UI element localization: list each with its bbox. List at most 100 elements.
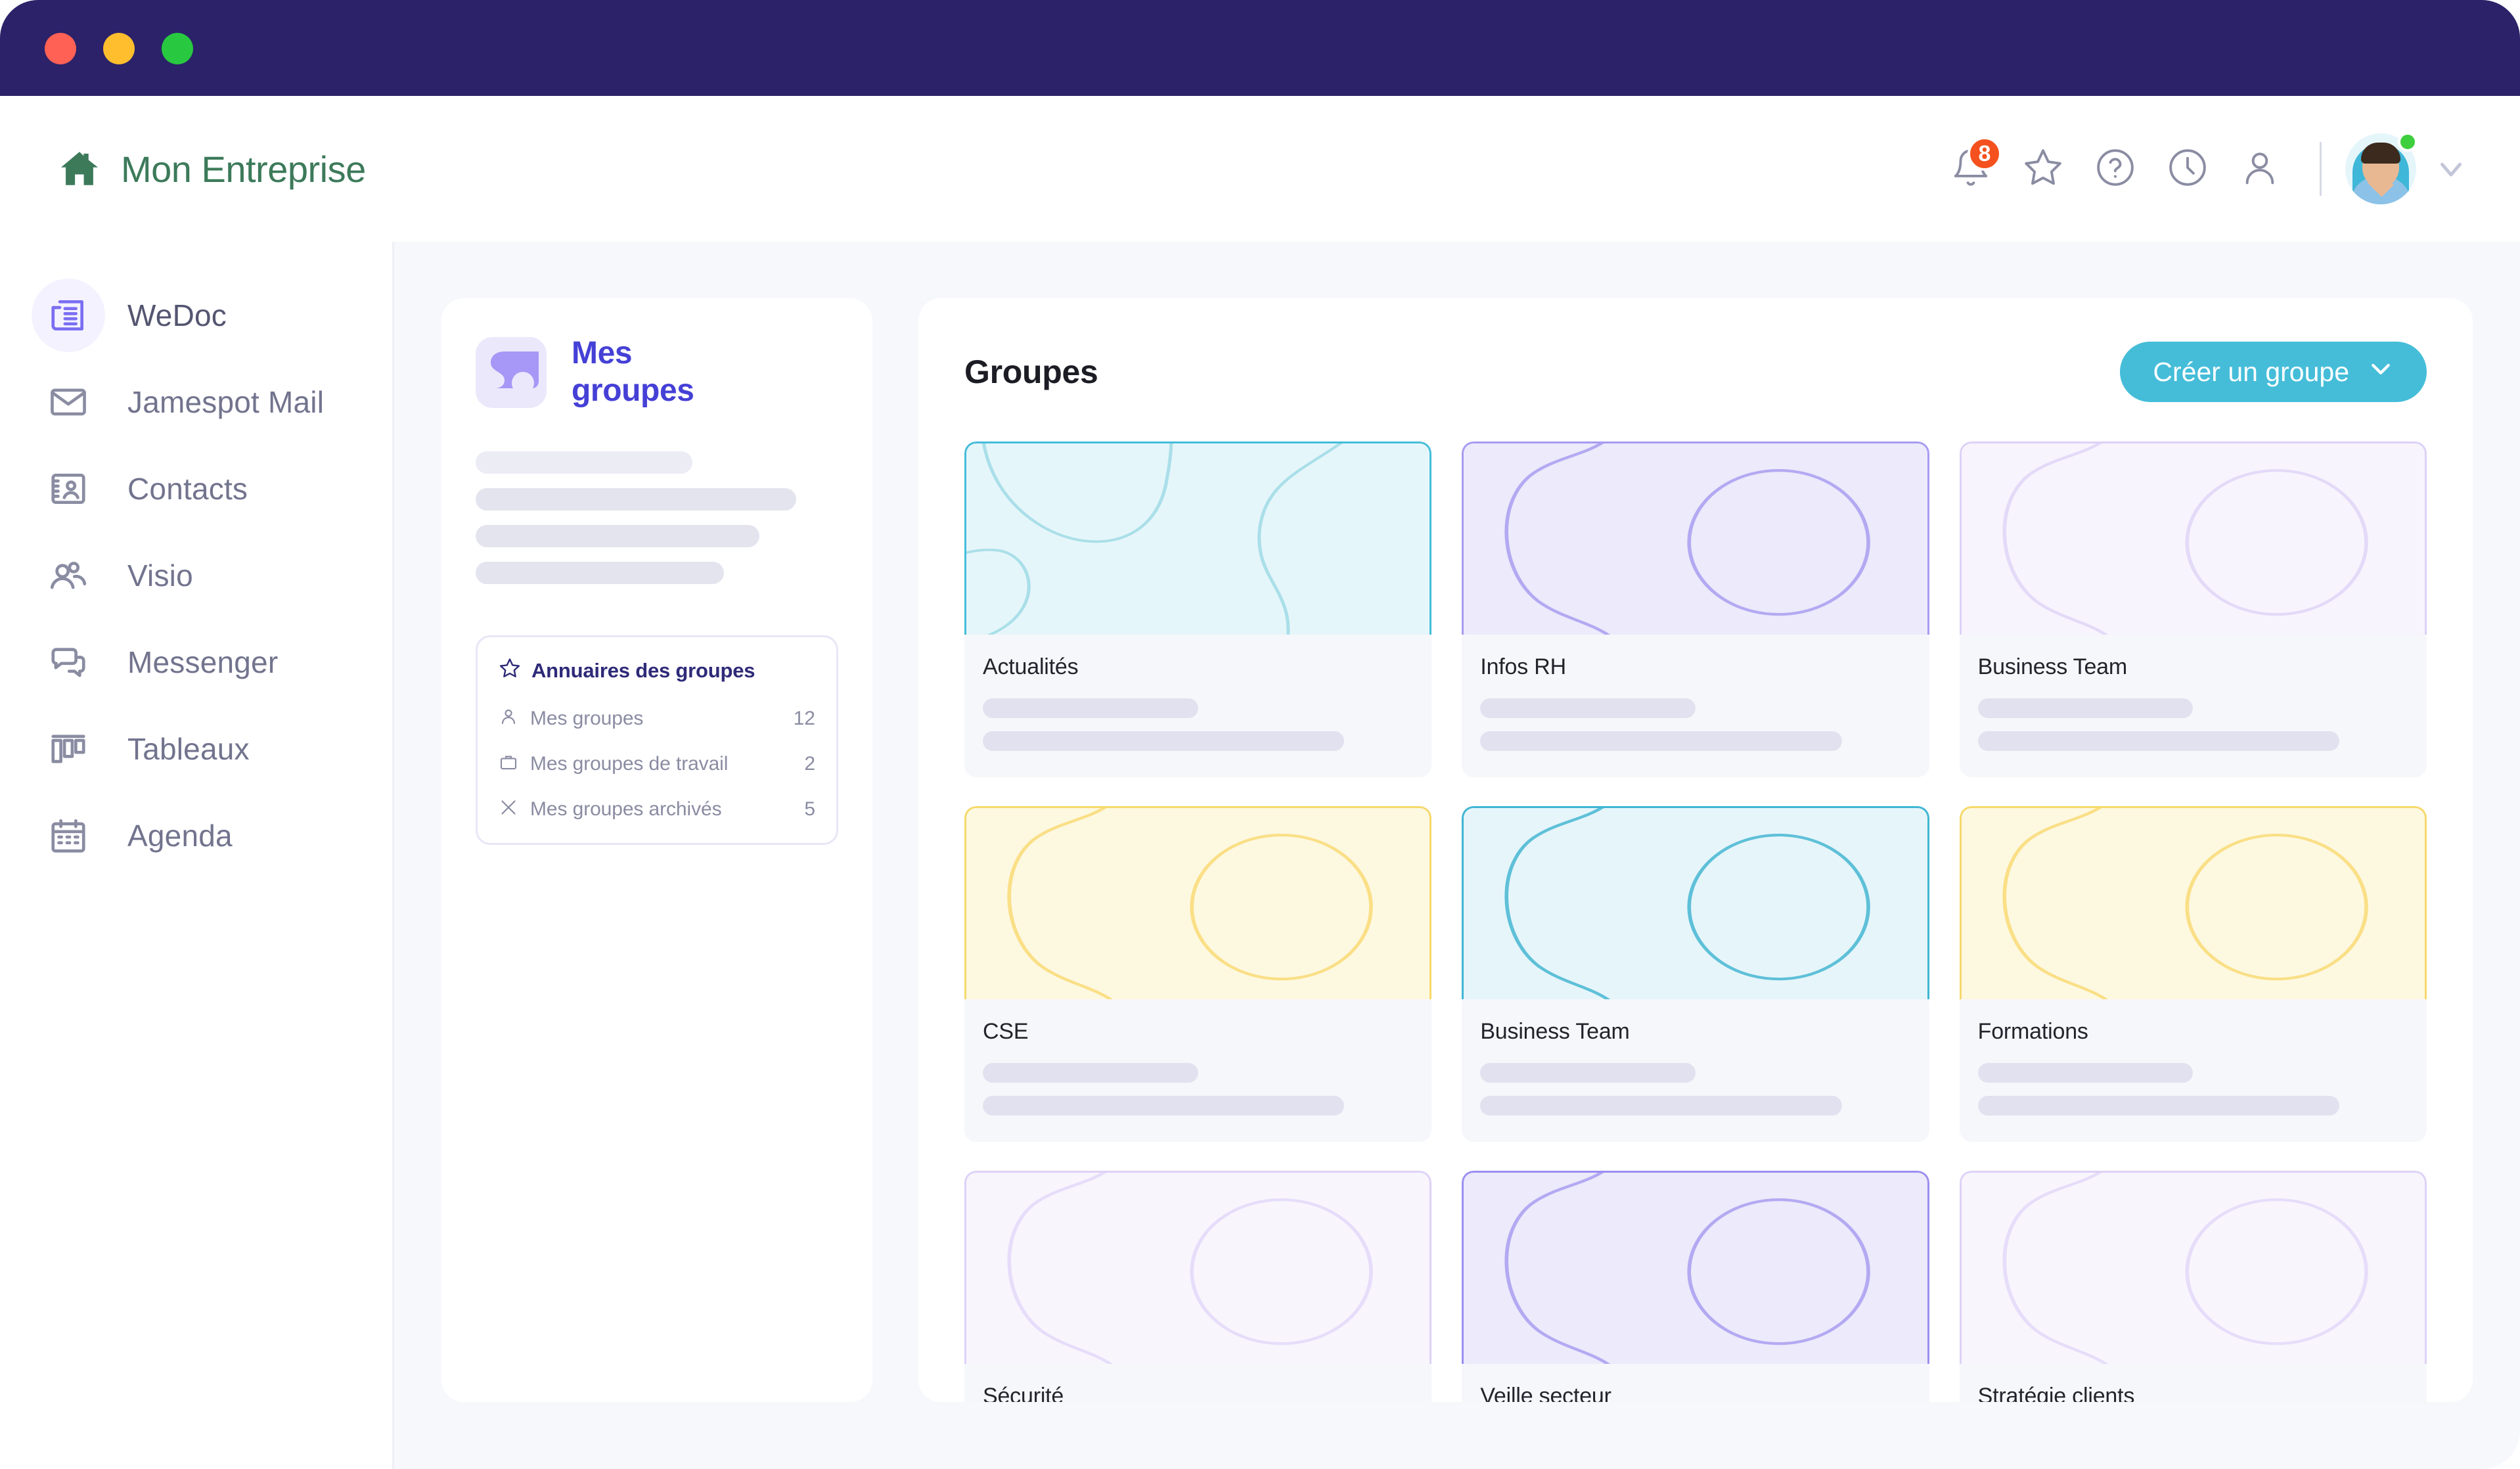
group-card-body: CSE bbox=[964, 999, 1431, 1142]
directory-row-work-groups[interactable]: Mes groupes de travail 2 bbox=[499, 752, 815, 775]
group-card[interactable]: Stratégie clients bbox=[1960, 1171, 2427, 1402]
group-card-banner bbox=[964, 441, 1431, 635]
people-icon bbox=[32, 539, 105, 612]
favorites-button[interactable] bbox=[2007, 133, 2079, 205]
user-avatar-button[interactable] bbox=[2345, 133, 2416, 204]
help-button[interactable] bbox=[2079, 133, 2151, 205]
close-x-icon bbox=[499, 798, 530, 821]
group-card-banner bbox=[1960, 1171, 2427, 1364]
group-card-title: Sécurité bbox=[983, 1384, 1413, 1402]
newspaper-icon bbox=[32, 279, 105, 352]
sidebar-item-label: Tableaux bbox=[127, 731, 250, 767]
group-card[interactable]: Actualités bbox=[964, 441, 1431, 777]
chevron-down-icon[interactable] bbox=[2433, 151, 2469, 187]
group-card-banner bbox=[964, 806, 1431, 999]
group-card-pattern bbox=[1962, 443, 2425, 635]
group-card-pattern bbox=[1464, 808, 1927, 999]
placeholder-line bbox=[476, 451, 692, 474]
group-card-pattern bbox=[1962, 808, 2425, 999]
sidebar-item-visio[interactable]: Visio bbox=[0, 532, 392, 619]
content-area: Mes groupes bbox=[394, 242, 2520, 1469]
brand[interactable]: Mon Entreprise bbox=[58, 147, 366, 191]
home-icon bbox=[58, 147, 101, 191]
header-divider bbox=[2320, 142, 2322, 196]
profile-button[interactable] bbox=[2224, 133, 2296, 205]
briefcase-icon bbox=[499, 752, 530, 775]
directory-row-count: 5 bbox=[804, 798, 815, 821]
recent-button[interactable] bbox=[2151, 133, 2224, 205]
group-card-placeholders bbox=[1978, 698, 2408, 751]
directory-row-archived-groups[interactable]: Mes groupes archivés 5 bbox=[499, 798, 815, 821]
group-card[interactable]: CSE bbox=[964, 806, 1431, 1142]
app-window: Mon Entreprise 8 bbox=[0, 0, 2520, 1469]
group-card-placeholders bbox=[983, 1063, 1413, 1116]
directory-row-count: 2 bbox=[804, 753, 815, 775]
sidebar-item-agenda[interactable]: Agenda bbox=[0, 792, 392, 879]
group-card-placeholders bbox=[1978, 1063, 2408, 1116]
app-header: Mon Entreprise 8 bbox=[0, 96, 2520, 242]
placeholder-line bbox=[1480, 698, 1696, 718]
my-groups-title-line1: Mes bbox=[572, 335, 694, 373]
sidebar-item-tableaux[interactable]: Tableaux bbox=[0, 706, 392, 792]
placeholder-line bbox=[983, 1096, 1344, 1116]
group-card[interactable]: Veille secteur bbox=[1462, 1171, 1929, 1402]
minimize-window-button[interactable] bbox=[103, 33, 135, 64]
close-window-button[interactable] bbox=[45, 33, 76, 64]
group-card-body: Formations bbox=[1960, 999, 2427, 1142]
placeholder-line bbox=[1978, 1096, 2339, 1116]
groups-grid: Actualités Infos RH Business Team bbox=[964, 441, 2427, 1402]
group-card-pattern bbox=[1464, 1173, 1927, 1364]
star-icon bbox=[499, 657, 521, 685]
group-card-title: Business Team bbox=[1480, 1019, 1910, 1045]
group-directory-heading-label: Annuaires des groupes bbox=[531, 659, 755, 683]
group-card-placeholders bbox=[1480, 698, 1910, 751]
group-card-pattern bbox=[966, 808, 1429, 999]
group-card[interactable]: Sécurité bbox=[964, 1171, 1431, 1402]
group-card-body: Stratégie clients bbox=[1960, 1364, 2427, 1402]
sidebar-item-wedoc[interactable]: WeDoc bbox=[0, 272, 392, 359]
placeholder-lines bbox=[476, 451, 838, 584]
window-titlebar bbox=[0, 0, 2520, 96]
group-card-title: Stratégie clients bbox=[1978, 1384, 2408, 1402]
placeholder-line bbox=[1978, 731, 2339, 751]
group-card[interactable]: Business Team bbox=[1462, 806, 1929, 1142]
user-icon bbox=[2239, 147, 2280, 191]
sidebar-item-messenger[interactable]: Messenger bbox=[0, 619, 392, 706]
group-card-title: Infos RH bbox=[1480, 654, 1910, 680]
group-card[interactable]: Formations bbox=[1960, 806, 2427, 1142]
group-card-banner bbox=[1960, 441, 2427, 635]
app-body: WeDoc Jamespot Mail bbox=[0, 242, 2520, 1469]
group-card-banner bbox=[964, 1171, 1431, 1364]
sidebar-item-contacts[interactable]: Contacts bbox=[0, 445, 392, 532]
group-card-title: CSE bbox=[983, 1019, 1413, 1045]
person-icon bbox=[499, 707, 530, 730]
create-group-label: Créer un groupe bbox=[2153, 357, 2349, 388]
group-card[interactable]: Business Team bbox=[1960, 441, 2427, 777]
page-title: Groupes bbox=[964, 353, 1098, 391]
group-card-title: Formations bbox=[1978, 1019, 2408, 1045]
chat-bubbles-icon bbox=[32, 625, 105, 699]
header-actions: 8 bbox=[1935, 133, 2469, 205]
placeholder-line bbox=[983, 731, 1344, 751]
group-card-pattern bbox=[966, 443, 1429, 635]
sidebar-item-jamespot-mail[interactable]: Jamespot Mail bbox=[0, 359, 392, 445]
maximize-window-button[interactable] bbox=[162, 33, 193, 64]
group-card-body: Business Team bbox=[1462, 999, 1929, 1142]
group-card-title: Actualités bbox=[983, 654, 1413, 680]
group-card-banner bbox=[1462, 441, 1929, 635]
my-groups-title: Mes groupes bbox=[572, 335, 694, 409]
placeholder-line bbox=[1480, 731, 1841, 751]
groups-main-panel: Groupes Créer un groupe Actuali bbox=[918, 298, 2473, 1402]
columns-icon bbox=[32, 712, 105, 786]
group-card-pattern bbox=[1962, 1173, 2425, 1364]
create-group-button[interactable]: Créer un groupe bbox=[2120, 342, 2427, 402]
group-card[interactable]: Infos RH bbox=[1462, 441, 1929, 777]
status-badge bbox=[2398, 132, 2418, 152]
directory-row-my-groups[interactable]: Mes groupes 12 bbox=[499, 707, 815, 730]
group-card-body: Actualités bbox=[964, 635, 1431, 777]
contact-book-icon bbox=[32, 452, 105, 526]
my-groups-panel: Mes groupes bbox=[441, 298, 872, 1402]
notifications-button[interactable]: 8 bbox=[1935, 133, 2007, 205]
group-card-placeholders bbox=[1480, 1063, 1910, 1116]
sidebar: WeDoc Jamespot Mail bbox=[0, 242, 394, 1469]
